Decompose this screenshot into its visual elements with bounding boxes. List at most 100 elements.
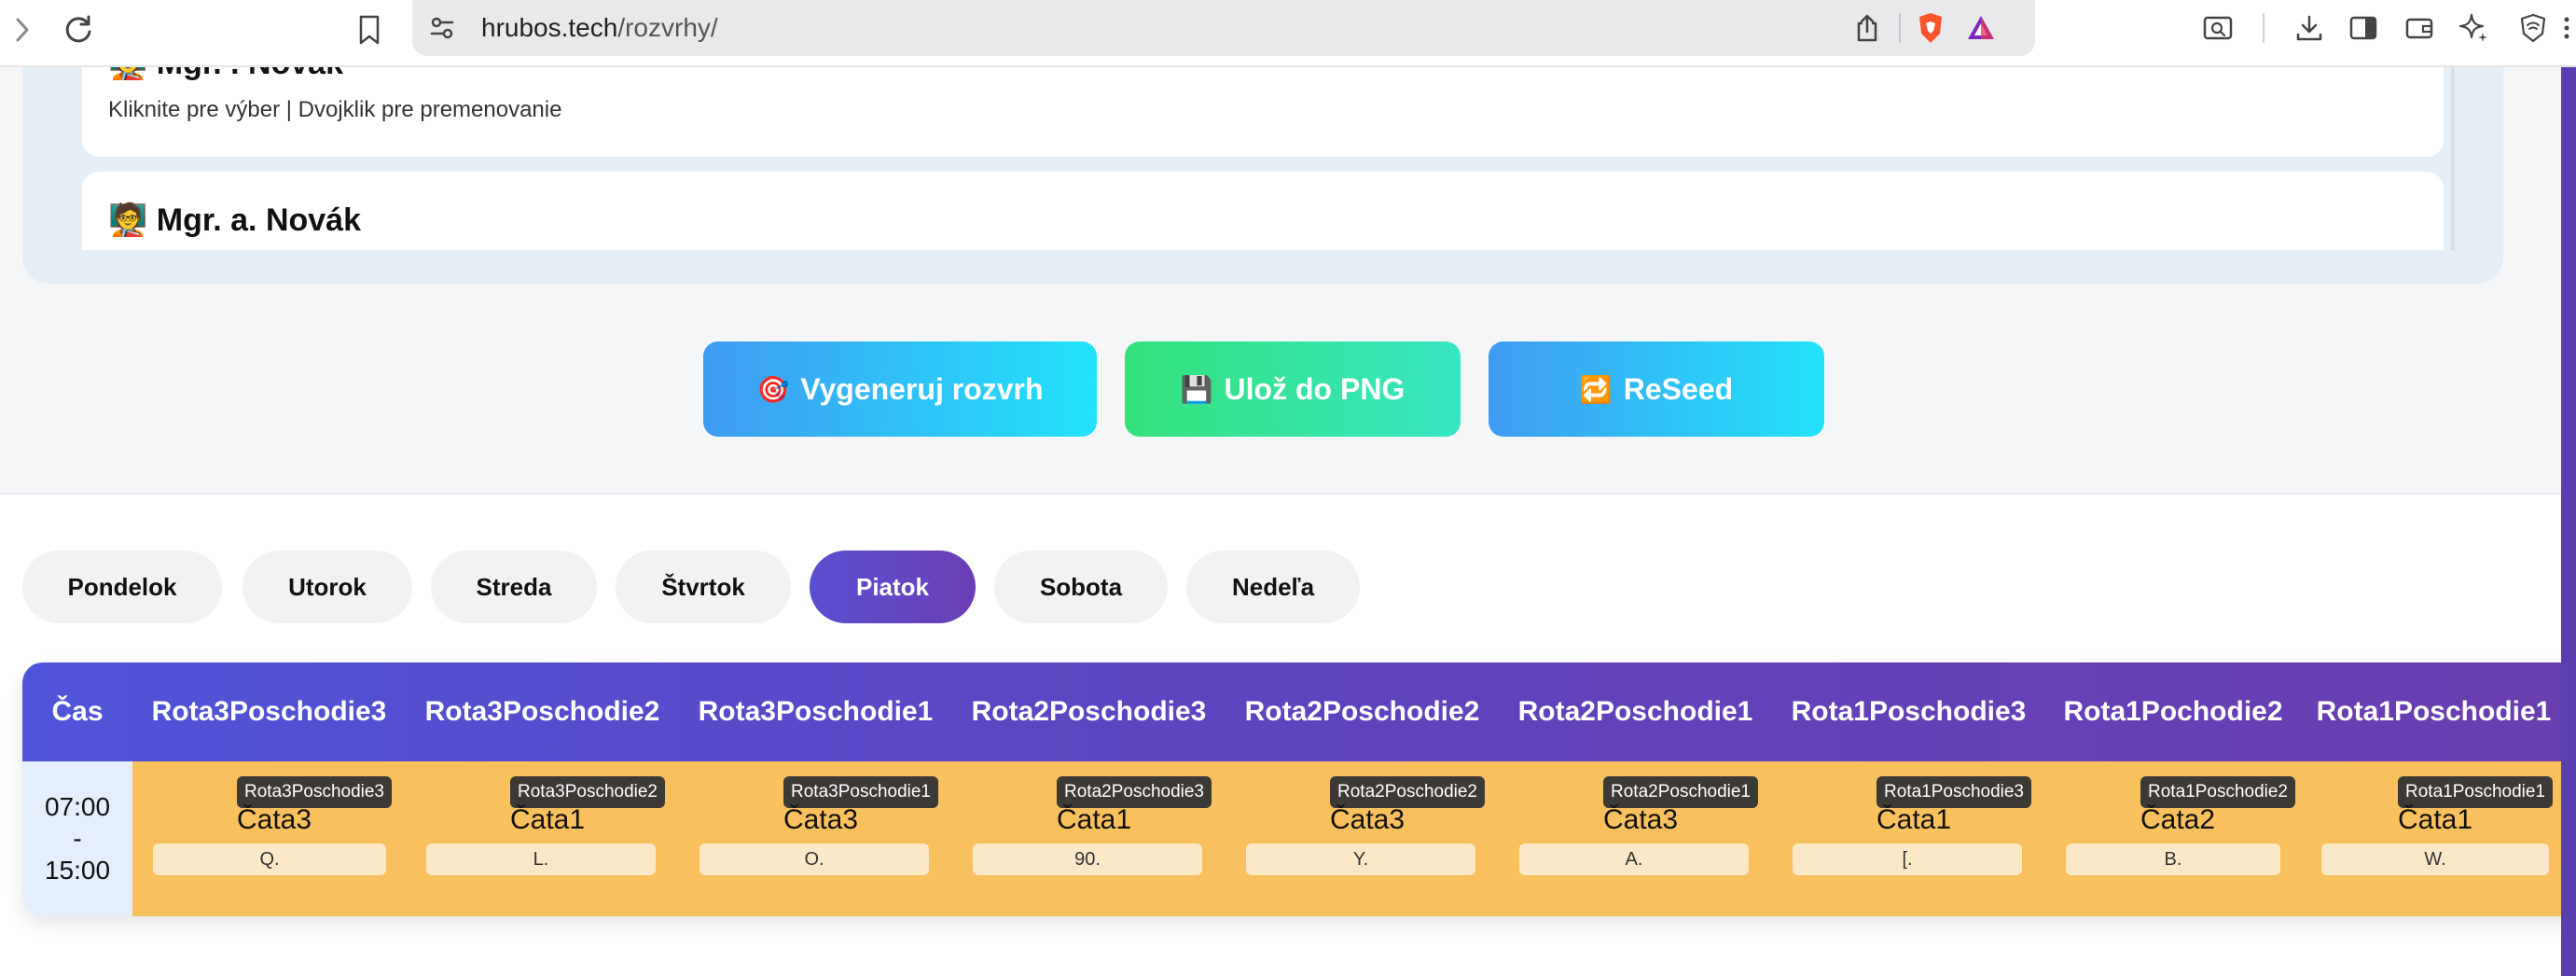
location-badge: Rota3Poschodie2	[510, 776, 665, 808]
schedule-cell[interactable]: Rota2Poschodie2 Čata3 Y.	[1226, 761, 1499, 916]
schedule-table: Čas Rota3Poschodie3 Rota3Poschodie2 Rota…	[22, 662, 2576, 916]
tab-utorok[interactable]: Utorok	[242, 551, 412, 623]
platoon-label: Čata3	[1603, 804, 1679, 835]
leo-ai-icon[interactable]	[2453, 7, 2494, 49]
brave-rewards-icon[interactable]	[1960, 7, 2001, 49]
teacher-name-text: Mgr. a. Novák	[156, 202, 361, 238]
location-badge: Rota1Poschodie3	[1877, 776, 2031, 808]
teacher-emoji-icon: 🧑‍🏫	[108, 67, 147, 81]
share-icon[interactable]	[1847, 7, 1888, 49]
browser-toolbar: hrubos.tech/rozvrhy/	[0, 0, 2576, 67]
teacher-card[interactable]: 🧑‍🏫 Mgr. . Novák Kliknite pre výber | Dv…	[82, 67, 2444, 157]
reload-icon[interactable]	[58, 9, 99, 50]
repeat-icon: 🔁	[1579, 374, 1613, 404]
location-badge: Rota2Poschodie1	[1603, 776, 1758, 808]
platoon-label: Čata3	[1330, 804, 1406, 835]
address-bar[interactable]: hrubos.tech/rozvrhy/	[412, 0, 2035, 56]
teacher-name: 🧑‍🏫 Mgr. . Novák	[108, 67, 343, 82]
column-header: Rota1Poschodie3	[1791, 696, 2027, 727]
page-content: 🧑‍🏫 Mgr. . Novák Kliknite pre výber | Dv…	[0, 67, 2576, 976]
schedule-cell[interactable]: Rota1Poschodie1 Čata1 W.	[2301, 761, 2576, 916]
tab-pondelok[interactable]: Pondelok	[22, 551, 222, 623]
schedule-cell[interactable]: Rota1Poschodie3 Čata1 [.	[1772, 761, 2045, 916]
location-badge: Rota2Poschodie3	[1057, 776, 1212, 808]
location-badge: Rota3Poschodie1	[783, 776, 938, 808]
schedule-cell[interactable]: Rota1Poschodie2 Čata2 B.	[2045, 761, 2301, 916]
site-settings-icon[interactable]	[422, 7, 463, 49]
column-header: Rota3Poschodie3	[151, 696, 387, 727]
time-start: 07:00	[44, 792, 111, 821]
sidebar-icon[interactable]	[2343, 7, 2384, 49]
time-end: 15:00	[44, 856, 111, 885]
bookmark-icon[interactable]	[349, 9, 390, 50]
teacher-tag: L.	[426, 844, 656, 875]
teacher-card[interactable]: 🧑‍🏫 Mgr. a. Novák	[82, 172, 2444, 250]
teacher-tag: W.	[2321, 844, 2549, 875]
screenshot-search-icon[interactable]	[2197, 7, 2238, 49]
scrollbar[interactable]	[2451, 67, 2455, 250]
tab-nedela[interactable]: Nedeľa	[1186, 551, 1360, 623]
tab-streda[interactable]: Streda	[431, 551, 597, 623]
time-separator: -	[73, 824, 82, 853]
location-badge: Rota1Poschodie1	[2398, 776, 2553, 808]
schedule-cell[interactable]: Rota2Poschodie3 Čata1 90.	[952, 761, 1226, 916]
tab-stvrtok[interactable]: Štvrtok	[616, 551, 791, 623]
platoon-label: Čata2	[2140, 804, 2216, 835]
vpn-icon[interactable]	[2513, 7, 2554, 49]
column-header: Rota1Poschodie1	[2316, 696, 2552, 727]
downloads-icon[interactable]	[2289, 7, 2330, 49]
schedule-cell[interactable]: Rota3Poschodie1 Čata3 O.	[679, 761, 952, 916]
save-png-button[interactable]: 💾 Ulož do PNG	[1125, 342, 1461, 437]
reseed-label: ReSeed	[1623, 371, 1734, 406]
teacher-emoji-icon: 🧑‍🏫	[108, 202, 148, 238]
platoon-label: Čata1	[1057, 804, 1132, 835]
wallet-icon[interactable]	[2399, 7, 2440, 49]
generate-schedule-button[interactable]: 🎯 Vygeneruj rozvrh	[703, 342, 1097, 437]
reseed-button[interactable]: 🔁 ReSeed	[1489, 342, 1824, 437]
floppy-disk-icon: 💾	[1180, 374, 1213, 404]
location-badge: Rota3Poschodie3	[237, 776, 392, 808]
location-badge: Rota1Poschodie2	[2140, 776, 2295, 808]
teacher-tag: O.	[699, 844, 929, 875]
teacher-tag: Q.	[153, 844, 386, 875]
platoon-label: Čata1	[2398, 804, 2473, 835]
platoon-label: Čata1	[1877, 804, 1952, 835]
schedule-cell[interactable]: Rota3Poschodie2 Čata1 L.	[406, 761, 679, 916]
teacher-list-panel: 🧑‍🏫 Mgr. . Novák Kliknite pre výber | Dv…	[22, 67, 2503, 284]
url-host: hrubos.tech	[481, 13, 618, 42]
page-edge-accent	[2561, 67, 2576, 976]
url-path: /rozvrhy/	[617, 13, 718, 42]
schedule-cell[interactable]: Rota2Poschodie1 Čata3 A.	[1499, 761, 1772, 916]
teacher-tag: Y.	[1246, 844, 1475, 875]
column-header: Rota2Poschodie1	[1517, 696, 1753, 727]
location-badge: Rota2Poschodie2	[1330, 776, 1485, 808]
schedule-cell[interactable]: Rota3Poschodie3 Čata3 Q.	[132, 761, 406, 916]
column-header: Rota2Poschodie3	[971, 696, 1207, 727]
teacher-name: 🧑‍🏫 Mgr. a. Novák	[108, 202, 361, 239]
url-text[interactable]: hrubos.tech/rozvrhy/	[481, 13, 718, 43]
column-header: Rota3Poschodie2	[424, 696, 660, 727]
forward-icon[interactable]	[2, 9, 43, 50]
schedule-row: 07:00 - 15:00 Rota3Poschodie3 Čata3 Q. R…	[22, 761, 2576, 916]
column-header: Rota1Pochodie2	[2063, 696, 2283, 727]
teacher-hint: Kliknite pre výber | Dvojklik pre premen…	[108, 97, 562, 122]
teacher-tag: [.	[1793, 844, 2022, 875]
teacher-tag: 90.	[973, 844, 1202, 875]
platoon-label: Čata3	[783, 804, 859, 835]
time-cell: 07:00 - 15:00	[22, 761, 132, 916]
tab-sobota[interactable]: Sobota	[994, 551, 1168, 623]
toolbar-separator	[2263, 13, 2264, 43]
schedule-header-row: Čas Rota3Poschodie3 Rota3Poschodie2 Rota…	[22, 662, 2576, 761]
target-icon: 🎯	[756, 374, 790, 404]
column-header: Rota2Poschodie2	[1244, 696, 1480, 727]
save-png-label: Ulož do PNG	[1224, 371, 1406, 406]
brave-shields-icon[interactable]	[1910, 7, 1951, 49]
time-column-header: Čas	[51, 696, 104, 727]
platoon-label: Čata3	[237, 804, 312, 835]
teacher-list[interactable]: 🧑‍🏫 Mgr. . Novák Kliknite pre výber | Dv…	[60, 67, 2464, 250]
teacher-name-text: Mgr. . Novák	[157, 67, 343, 81]
tab-piatok[interactable]: Piatok	[810, 551, 976, 623]
controls-section: 🧑‍🏫 Mgr. . Novák Kliknite pre výber | Dv…	[0, 67, 2576, 495]
menu-icon[interactable]	[2557, 7, 2576, 49]
generate-schedule-label: Vygeneruj rozvrh	[800, 371, 1044, 406]
